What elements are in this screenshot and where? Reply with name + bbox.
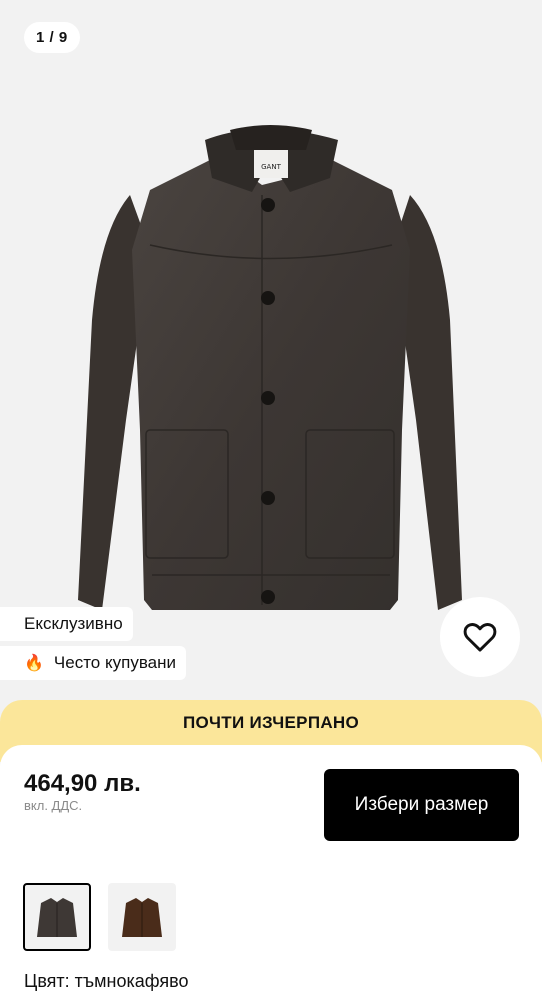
exclusive-badge-label: Ексклузивно [24,614,123,633]
product-image: GANT [78,125,462,610]
color-info: Цвят: тъмнокафяво [24,971,189,992]
thumbnail-image [37,898,77,937]
color-value: тъмнокафяво [74,971,189,991]
fire-icon: 🔥 [24,655,44,672]
color-label: Цвят: [24,971,75,991]
purchase-panel: 464,90 лв. вкл. ДДС. Избери размер Цвят:… [0,745,542,999]
favorite-button[interactable] [440,597,520,677]
heart-icon [463,623,497,652]
popular-badge: 🔥 Често купувани [0,646,186,680]
color-thumbnail-brown[interactable] [108,883,176,951]
price: 464,90 лв. [24,770,141,797]
popular-badge-label: Често купувани [53,653,176,672]
color-thumbnail-dark-brown[interactable] [23,883,91,951]
thumbnail-image [122,898,162,937]
select-size-button[interactable]: Избери размер [324,769,519,841]
product-image-gallery[interactable]: GANT 1 / 9 Ексклузивно 🔥 Често купувани [0,0,542,705]
vat-note: вкл. ДДС. [24,798,83,813]
exclusive-badge: Ексклузивно [0,607,133,641]
image-counter: 1 / 9 [24,22,80,53]
brand-label: GANT [261,163,281,171]
